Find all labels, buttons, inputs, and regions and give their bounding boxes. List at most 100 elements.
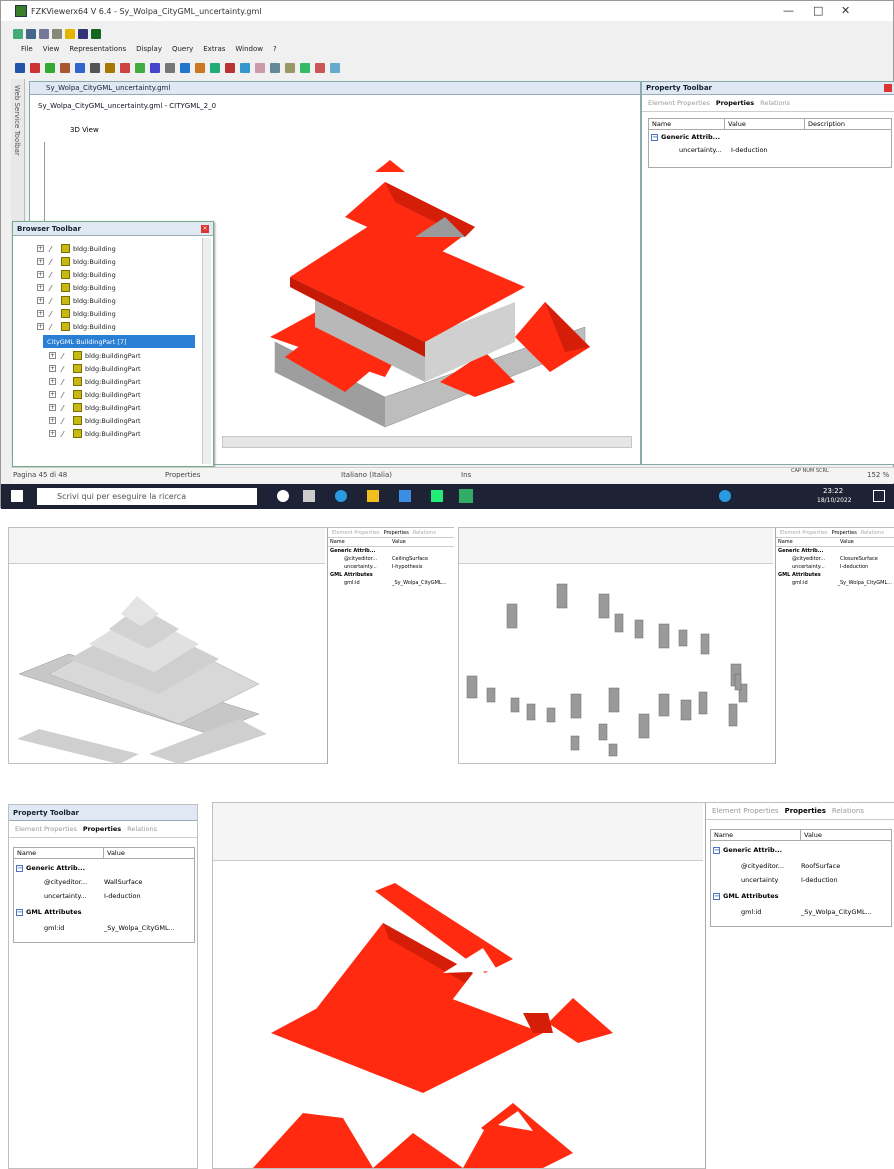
cube-icon[interactable]: [105, 63, 115, 73]
group-gml-attributes[interactable]: − GML Attributes: [16, 908, 82, 916]
tree-item[interactable]: + bldg:BuildingPart: [49, 427, 141, 440]
ceiling-model[interactable]: [9, 564, 327, 764]
tab-properties[interactable]: Properties: [832, 530, 857, 536]
tree-item[interactable]: + bldg:Building: [37, 294, 116, 307]
group-gml-attributes[interactable]: − GML Attributes: [713, 892, 779, 900]
pan-icon[interactable]: [45, 63, 55, 73]
filter-icon[interactable]: [210, 63, 220, 73]
tool-icon[interactable]: [78, 29, 88, 39]
layer-icon[interactable]: [91, 29, 101, 39]
tab-relations[interactable]: Relations: [861, 530, 884, 536]
tab-properties[interactable]: Properties: [785, 807, 826, 815]
tree-item[interactable]: + bldg:BuildingPart: [49, 401, 141, 414]
tab-element-properties[interactable]: Element Properties: [780, 530, 828, 536]
menu-representations[interactable]: Representations: [69, 45, 126, 53]
snap-icon[interactable]: [285, 63, 295, 73]
table-row[interactable]: uncertainty... I-deduction: [44, 892, 141, 900]
collapse-icon[interactable]: −: [713, 846, 720, 854]
menu-help[interactable]: ?: [273, 45, 277, 53]
collapse-icon[interactable]: −: [16, 908, 23, 916]
tab-relations[interactable]: Relations: [760, 99, 790, 107]
tab-element-properties[interactable]: Element Properties: [648, 99, 710, 107]
table-row[interactable]: @cityeditor... ClosureSurface: [776, 555, 894, 563]
fzk-taskbar-icon[interactable]: [431, 490, 443, 502]
menu-display[interactable]: Display: [136, 45, 162, 53]
group-generic-attributes[interactable]: Generic Attrib...: [328, 547, 454, 555]
tree-item[interactable]: + bldg:BuildingPart: [49, 388, 141, 401]
cube-red-icon[interactable]: [120, 63, 130, 73]
collapse-icon[interactable]: −: [713, 892, 720, 900]
export-icon[interactable]: [330, 63, 340, 73]
viewer-taskbar-icon[interactable]: [459, 489, 473, 503]
notification-icon[interactable]: [873, 490, 885, 502]
view-icon[interactable]: [15, 63, 25, 73]
grid-icon[interactable]: [180, 63, 190, 73]
table-row[interactable]: @cityeditor... CeilingSurface: [328, 555, 454, 563]
menu-extras[interactable]: Extras: [203, 45, 225, 53]
collapse-icon[interactable]: −: [16, 864, 23, 872]
zoom-icon[interactable]: [75, 63, 85, 73]
document-tab[interactable]: Sy_Wolpa_CityGML_uncertainty.gml: [30, 82, 640, 95]
tree-item[interactable]: + bldg:Building: [37, 307, 116, 320]
taskbar-search-input[interactable]: Scrivi qui per eseguire la ricerca: [37, 488, 257, 505]
maximize-button[interactable]: □: [813, 4, 823, 17]
camera-icon[interactable]: [240, 63, 250, 73]
table-row[interactable]: @cityeditor... WallSurface: [44, 878, 142, 886]
roof-model[interactable]: [213, 863, 705, 1169]
table-row[interactable]: uncertainty... I-deduction: [679, 146, 768, 154]
print-icon[interactable]: [52, 29, 62, 39]
edge-icon[interactable]: [335, 490, 347, 502]
browser-close-icon[interactable]: ×: [201, 225, 209, 233]
collapse-icon[interactable]: −: [651, 133, 658, 141]
menu-window[interactable]: Window: [235, 45, 263, 53]
texture-icon[interactable]: [255, 63, 265, 73]
tree-item[interactable]: + bldg:Building: [37, 255, 116, 268]
save-icon[interactable]: [26, 29, 36, 39]
close-button[interactable]: ✕: [841, 4, 850, 17]
tab-element-properties[interactable]: Element Properties: [712, 807, 779, 815]
start-icon[interactable]: [11, 490, 23, 502]
open-icon[interactable]: [13, 29, 23, 39]
group-generic-attributes[interactable]: − Generic Attrib...: [713, 846, 782, 854]
fit-icon[interactable]: [90, 63, 100, 73]
closure-model[interactable]: [459, 564, 775, 764]
table-row[interactable]: gml:id _Sy_Wolpa_CityGML...: [741, 908, 872, 916]
explorer-icon[interactable]: [367, 490, 379, 502]
measure-icon[interactable]: [195, 63, 205, 73]
light-icon[interactable]: [225, 63, 235, 73]
store-icon[interactable]: [399, 490, 411, 502]
minimize-button[interactable]: —: [783, 4, 794, 17]
tree-item[interactable]: + bldg:BuildingPart: [49, 362, 141, 375]
tree-item-selected[interactable]: CityGML BuildingPart [7]: [43, 335, 195, 348]
group-gml-attributes[interactable]: GML Attributes: [776, 571, 894, 579]
table-row[interactable]: @cityeditor... RoofSurface: [741, 862, 840, 870]
tree-item[interactable]: + bldg:BuildingPart: [49, 349, 141, 362]
tab-relations[interactable]: Relations: [832, 807, 864, 815]
table-row[interactable]: uncertainty I-deduction: [741, 876, 838, 884]
table-row[interactable]: gml:id _Sy_Wolpa_CityGML...: [328, 579, 454, 587]
nav-icon[interactable]: [300, 63, 310, 73]
group-generic-attributes[interactable]: Generic Attrib...: [776, 547, 894, 555]
help-icon[interactable]: [65, 29, 75, 39]
menu-file[interactable]: File: [21, 45, 33, 53]
section-icon[interactable]: [270, 63, 280, 73]
tab-relations[interactable]: Relations: [413, 530, 436, 536]
tab-3d-view[interactable]: 3D View: [70, 126, 99, 134]
tree-item[interactable]: + bldg:BuildingPart: [49, 414, 141, 427]
select-icon[interactable]: [30, 63, 40, 73]
menu-view[interactable]: View: [43, 45, 60, 53]
rotate-icon[interactable]: [60, 63, 70, 73]
tab-properties[interactable]: Properties: [716, 99, 754, 107]
table-row[interactable]: uncertainty... I-hypothesis: [328, 563, 454, 571]
menu-query[interactable]: Query: [172, 45, 193, 53]
tab-properties[interactable]: Properties: [83, 825, 121, 833]
browser-scrollbar[interactable]: [202, 238, 211, 464]
cube-blue-icon[interactable]: [150, 63, 160, 73]
tab-element-properties[interactable]: Element Properties: [332, 530, 380, 536]
tree-item[interactable]: + bldg:Building: [37, 281, 116, 294]
tree-item[interactable]: + bldg:Building: [37, 242, 116, 255]
cube-green-icon[interactable]: [135, 63, 145, 73]
table-row[interactable]: gml:id _Sy_Wolpa_CityGML...: [44, 924, 175, 932]
group-generic-attributes[interactable]: − Generic Attrib...: [651, 133, 720, 141]
group-gml-attributes[interactable]: GML Attributes: [328, 571, 454, 579]
